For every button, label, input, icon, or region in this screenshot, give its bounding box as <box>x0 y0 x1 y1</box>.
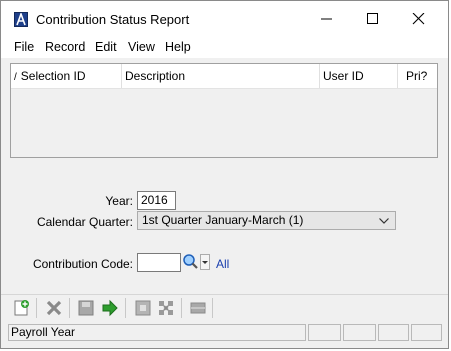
status-panel-4 <box>411 324 442 341</box>
menu-view[interactable]: View <box>128 40 155 54</box>
chevron-down-icon <box>379 218 389 224</box>
lookup-dropdown-button[interactable] <box>200 254 210 270</box>
year-label: Year: <box>105 194 133 208</box>
caret-down-icon <box>202 261 208 264</box>
close-button[interactable] <box>396 7 442 31</box>
status-panel-2 <box>343 324 376 341</box>
selection-grid[interactable]: / Selection ID Description User ID Pri? <box>10 63 438 158</box>
contribution-code-field[interactable] <box>137 253 181 272</box>
status-text: Payroll Year <box>8 324 306 341</box>
select-icon[interactable] <box>134 299 152 317</box>
run-icon[interactable] <box>101 299 119 317</box>
status-panel-1 <box>308 324 341 341</box>
expand-icon[interactable] <box>157 299 175 317</box>
column-selection-id[interactable]: / Selection ID <box>11 64 122 88</box>
lookup-search-icon[interactable] <box>182 253 199 271</box>
window-title: Contribution Status Report <box>36 12 190 27</box>
year-field[interactable]: 2016 <box>137 191 176 210</box>
minimize-button[interactable] <box>304 7 350 31</box>
menu-bar: File Record Edit View Help <box>1 36 448 58</box>
menu-help[interactable]: Help <box>165 40 191 54</box>
all-link[interactable]: All <box>216 257 229 271</box>
column-description[interactable]: Description <box>122 64 320 88</box>
row-indicator-icon: / <box>14 72 17 83</box>
menu-edit[interactable]: Edit <box>95 40 117 54</box>
toolbar-separator <box>181 298 182 318</box>
status-panel-3 <box>378 324 409 341</box>
app-logo-icon <box>14 12 28 27</box>
contribution-code-label: Contribution Code: <box>32 257 133 271</box>
toolbar-separator <box>212 298 213 318</box>
calendar-quarter-select[interactable]: 1st Quarter January-March (1) <box>137 211 396 230</box>
menu-record[interactable]: Record <box>45 40 85 54</box>
status-bar: Payroll Year <box>1 321 448 348</box>
grid-header: / Selection ID Description User ID Pri? <box>11 64 437 89</box>
calendar-quarter-value: 1st Quarter January-March (1) <box>142 213 304 227</box>
maximize-button[interactable] <box>350 7 396 31</box>
menu-file[interactable]: File <box>14 40 34 54</box>
calendar-quarter-label: Calendar Quarter: <box>36 215 133 229</box>
new-record-icon[interactable] <box>12 299 30 317</box>
report-window: Contribution Status Report File Record E… <box>0 0 449 349</box>
toolbar-separator <box>69 298 70 318</box>
toolbar <box>1 294 448 321</box>
column-user-id[interactable]: User ID <box>320 64 398 88</box>
column-pri[interactable]: Pri? <box>398 64 437 88</box>
toolbar-separator <box>36 298 37 318</box>
disabled-bar-icon[interactable] <box>189 299 207 317</box>
title-bar[interactable]: Contribution Status Report <box>1 1 448 36</box>
toolbar-separator <box>125 298 126 318</box>
save-icon[interactable] <box>77 299 95 317</box>
delete-icon[interactable] <box>45 299 63 317</box>
